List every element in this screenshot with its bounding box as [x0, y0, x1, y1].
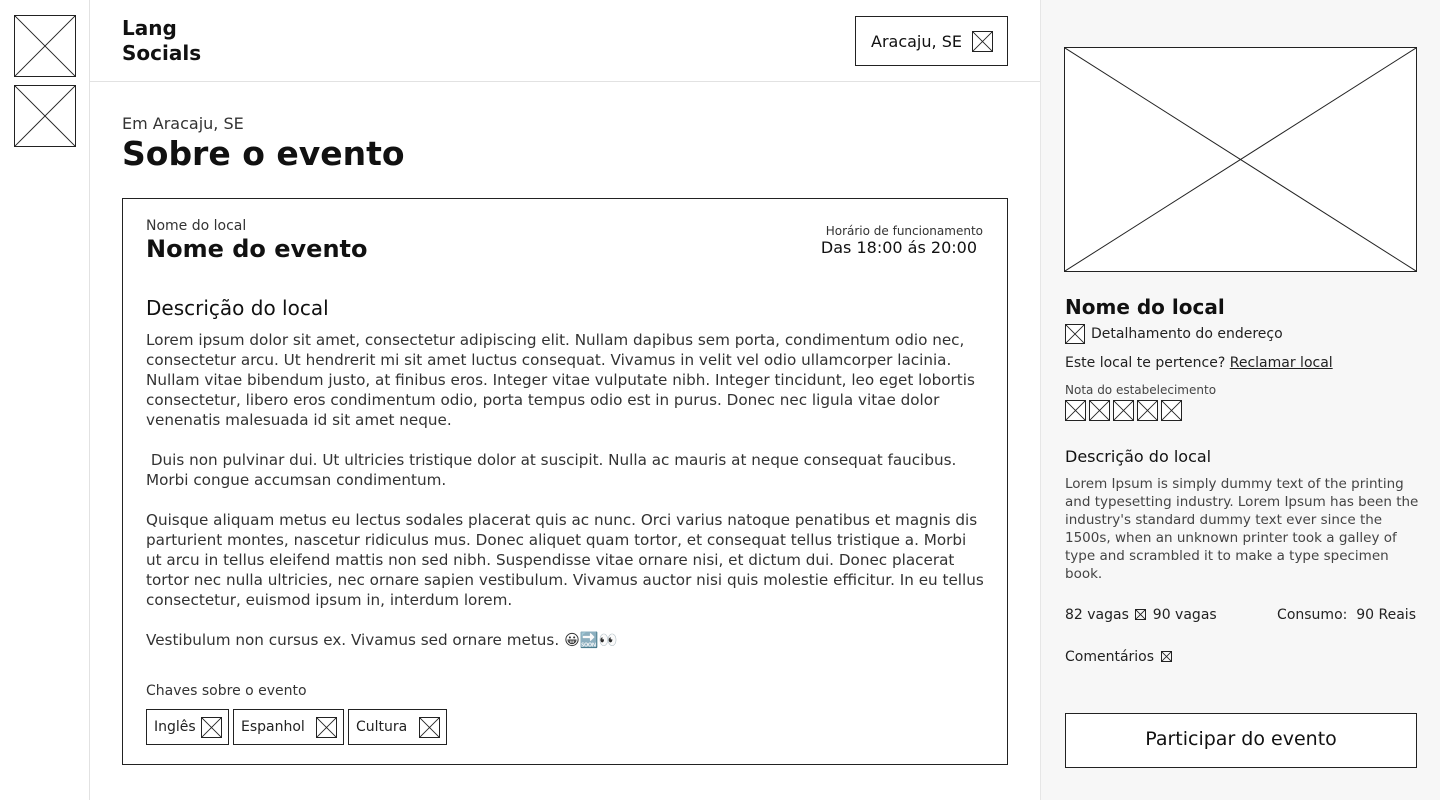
sidebar-description-body: Lorem Ipsum is simply dummy text of the … [1065, 476, 1419, 582]
location-label: Aracaju, SE [871, 32, 962, 51]
left-rail [0, 0, 90, 800]
keys-label: Chaves sobre o evento [146, 683, 307, 699]
remove-tag-icon[interactable] [419, 717, 440, 738]
tag-chip[interactable]: Inglês [146, 709, 229, 745]
logo-line-2: Socials [122, 41, 202, 65]
comments-label: Comentários [1065, 649, 1155, 665]
description-paragraph: Lorem ipsum dolor sit amet, consectetur … [146, 331, 975, 429]
star-icon[interactable] [1089, 400, 1110, 421]
remove-tag-icon[interactable] [316, 717, 337, 738]
comments-toggle[interactable]: Comentários [1065, 649, 1174, 665]
consumption-info: Consumo: 90 Reais [1277, 607, 1416, 623]
comments-icon [1160, 651, 1172, 662]
hours-value: Das 18:00 ás 20:00 [820, 238, 977, 257]
star-icon[interactable] [1161, 400, 1182, 421]
page-title: Sobre o evento [122, 134, 405, 173]
join-event-label: Participar do evento [1145, 728, 1337, 750]
sidebar-description-title: Descrição do local [1065, 447, 1212, 466]
address-details: Detalhamento do endereço [1091, 326, 1283, 342]
remove-tag-icon[interactable] [201, 717, 222, 738]
ownership-text: Este local te pertence? [1065, 355, 1226, 371]
description-paragraph: Duis non pulvinar dui. Ut ultricies tris… [146, 451, 962, 489]
venue-sidebar: Nome do local Detalhamento do endereço E… [1040, 0, 1440, 800]
spots-available: 82 vagas [1065, 607, 1129, 623]
app-logo[interactable]: Lang Socials [122, 16, 242, 66]
ownership-prompt: Este local te pertence? Reclamar local [1065, 355, 1333, 371]
description-paragraph: Quisque aliquam metus eu lectus sodales … [146, 511, 984, 609]
location-pin-icon [1065, 324, 1085, 344]
hours-label: Horário de funcionamento [825, 224, 983, 238]
description-paragraph: Vestibulum non cursus ex. Vivamus sed or… [146, 631, 618, 649]
event-card: Nome do local Nome do evento Horário de … [122, 198, 1008, 765]
separator-icon [1135, 609, 1147, 620]
tag-label: Espanhol [241, 719, 305, 735]
spots-info: 82 vagas 90 vagas [1065, 607, 1217, 623]
spots-total: 90 vagas [1152, 607, 1217, 623]
description-title: Descrição do local [146, 296, 329, 320]
claim-venue-link[interactable]: Reclamar local [1230, 355, 1333, 371]
venue-title: Nome do local [1065, 295, 1225, 319]
event-name: Nome do evento [146, 235, 368, 263]
tag-label: Cultura [356, 719, 408, 735]
location-selector[interactable]: Aracaju, SE [855, 16, 1008, 66]
rating-label: Nota do estabelecimento [1065, 383, 1217, 397]
city-caption: Em Aracaju, SE [122, 114, 244, 133]
placeholder-icon [972, 31, 993, 52]
star-icon[interactable] [1113, 400, 1134, 421]
star-icon[interactable] [1065, 400, 1086, 421]
venue-image-placeholder [1064, 47, 1417, 272]
tag-chip[interactable]: Cultura [348, 709, 447, 745]
nav-placeholder-icon-1[interactable] [14, 15, 76, 77]
top-header: Lang Socials Aracaju, SE [90, 0, 1040, 82]
venue-name-small: Nome do local [146, 218, 247, 234]
nav-placeholder-icon-2[interactable] [14, 85, 76, 147]
description-body: Lorem ipsum dolor sit amet, consectetur … [146, 330, 986, 670]
join-event-button[interactable]: Participar do evento [1065, 713, 1417, 768]
logo-line-1: Lang [122, 16, 177, 40]
tag-label: Inglês [154, 719, 196, 735]
star-icon[interactable] [1137, 400, 1158, 421]
tag-chip[interactable]: Espanhol [233, 709, 344, 745]
